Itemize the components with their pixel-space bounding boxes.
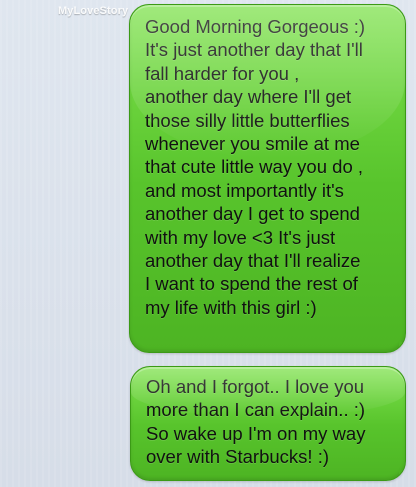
message-line: Oh and I forgot.. I love you (146, 376, 365, 397)
bubble-tail (399, 468, 405, 480)
sent-message-bubble[interactable]: Good Morning Gorgeous :) It's just anoth… (129, 4, 406, 353)
message-line: whenever you smile at me (145, 133, 360, 155)
message-line: my life with this girl :) (145, 296, 317, 318)
sent-message-bubble[interactable]: Oh and I forgot.. I love you more than I… (130, 366, 406, 481)
message-line: another day that I'll realize (145, 250, 361, 272)
message-line: that cute little way you do , (145, 156, 364, 178)
message-line: It's just another day that I'll (145, 39, 363, 61)
message-line: those silly little butterflies (145, 109, 350, 131)
message-line: more than I can explain.. :) (146, 399, 366, 421)
message-line: over with Starbucks! :) (146, 446, 330, 468)
message-line: and most importantly it's (145, 179, 344, 201)
message-line: fall harder for you , (145, 62, 300, 84)
message-line: I want to spend the rest of (145, 273, 358, 295)
message-thread[interactable]: Good Morning Gorgeous :) It's just anoth… (0, 0, 416, 487)
message-line: another day where I'll get (145, 86, 352, 108)
message-line: Good Morning Gorgeous :) (145, 16, 366, 37)
message-line: another day I get to spend (145, 203, 360, 225)
message-line: So wake up I'm on my way (146, 422, 366, 444)
bubble-tail (399, 340, 405, 352)
message-line: with my love <3 It's just (145, 226, 336, 248)
